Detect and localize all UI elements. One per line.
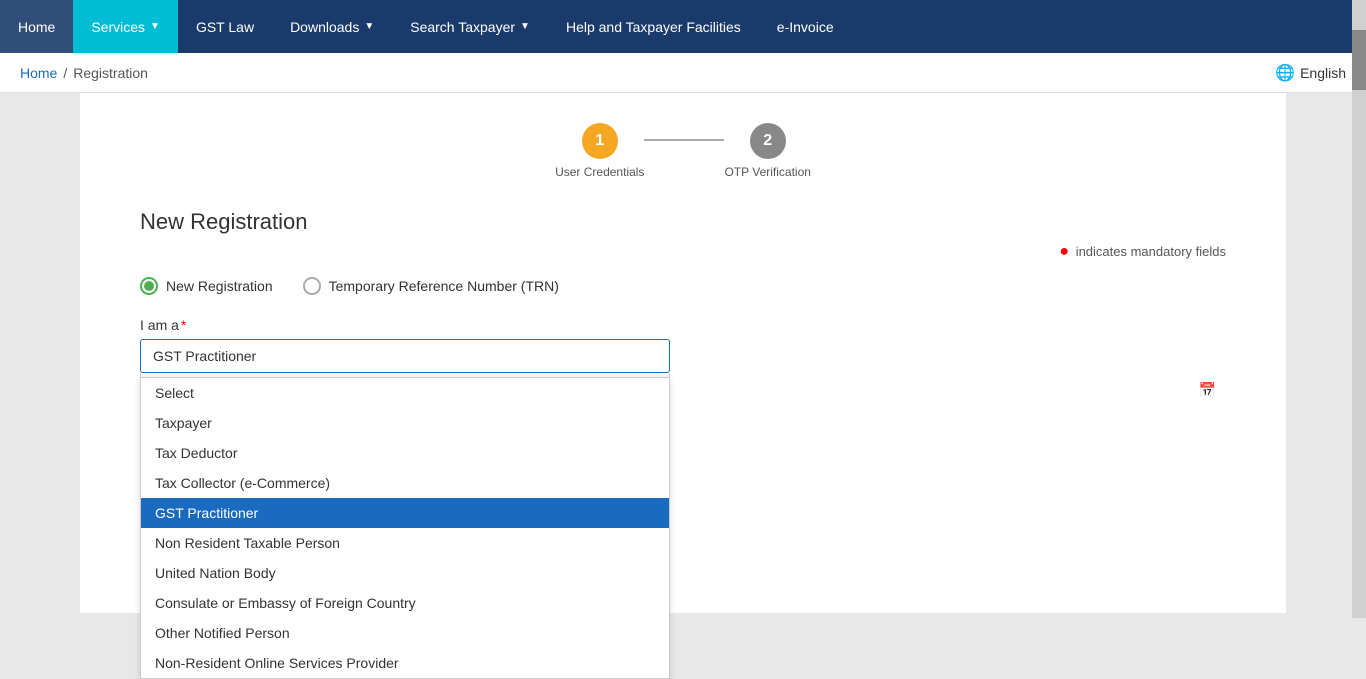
main-content: 1 User Credentials 2 OTP Verification Ne… [80, 93, 1286, 613]
search-taxpayer-arrow-icon: ▼ [520, 21, 530, 32]
dropdown-item-tax-deductor[interactable]: Tax Deductor [141, 438, 669, 468]
nav-help[interactable]: Help and Taxpayer Facilities [548, 0, 759, 53]
dropdown-item-un-body[interactable]: United Nation Body [141, 558, 669, 588]
dropdown-item-non-resident[interactable]: Non Resident Taxable Person [141, 528, 669, 558]
breadcrumb-separator: / [63, 65, 67, 81]
mandatory-note: ● indicates mandatory fields [140, 243, 1226, 261]
nav-search-taxpayer[interactable]: Search Taxpayer ▼ [392, 0, 548, 53]
navbar: Home Services ▼ GST Law Downloads ▼ Sear… [0, 0, 1366, 53]
language-button[interactable]: 🌐 English [1275, 63, 1346, 83]
top-bar: Home / Registration 🌐 English [0, 53, 1366, 93]
i-am-a-label: I am a* [140, 317, 1226, 333]
language-label: English [1300, 65, 1346, 81]
step-1-circle: 1 [582, 123, 618, 159]
breadcrumb-home[interactable]: Home [20, 65, 57, 81]
radio-new-registration[interactable]: New Registration [140, 277, 273, 295]
i-am-a-select-wrapper: SelectTaxpayerTax DeductorTax Collector … [140, 339, 1226, 406]
dropdown-item-taxpayer[interactable]: Taxpayer [141, 408, 669, 438]
step-2-circle: 2 [750, 123, 786, 159]
radio-trn[interactable]: Temporary Reference Number (TRN) [303, 277, 559, 295]
services-arrow-icon: ▼ [150, 21, 160, 32]
radio-new-reg-circle [140, 277, 158, 295]
globe-icon: 🌐 [1275, 63, 1295, 83]
step-2: 2 OTP Verification [724, 123, 810, 179]
nav-home[interactable]: Home [0, 0, 73, 53]
step-1-label: User Credentials [555, 165, 644, 179]
step-connector [644, 139, 724, 141]
breadcrumb: Home / Registration [20, 65, 148, 81]
scrollbar-thumb[interactable] [1352, 30, 1366, 90]
radio-group: New Registration Temporary Reference Num… [140, 277, 1226, 295]
dropdown-item-consulate[interactable]: Consulate or Embassy of Foreign Country [141, 588, 669, 618]
breadcrumb-current: Registration [73, 65, 148, 81]
mandatory-dot: ● [1059, 243, 1069, 260]
dropdown-item-other-notified[interactable]: Other Notified Person [141, 618, 669, 648]
stepper: 1 User Credentials 2 OTP Verification [140, 123, 1226, 179]
form-title: New Registration [140, 209, 1226, 235]
dropdown-item-gst-practitioner[interactable]: GST Practitioner [141, 498, 669, 528]
nav-gst-law[interactable]: GST Law [178, 0, 272, 53]
nav-services[interactable]: Services ▼ [73, 0, 178, 53]
step-2-label: OTP Verification [724, 165, 810, 179]
downloads-arrow-icon: ▼ [364, 21, 374, 32]
dropdown-item-non-resident-online[interactable]: Non-Resident Online Services Provider [141, 648, 669, 678]
scrollbar-track[interactable] [1352, 0, 1366, 618]
dropdown-list: Select Taxpayer Tax Deductor Tax Collect… [140, 377, 670, 679]
step-1: 1 User Credentials [555, 123, 644, 179]
dropdown-item-tax-collector[interactable]: Tax Collector (e-Commerce) [141, 468, 669, 498]
nav-downloads[interactable]: Downloads ▼ [272, 0, 392, 53]
dropdown-item-select[interactable]: Select [141, 378, 669, 408]
i-am-a-select[interactable]: SelectTaxpayerTax DeductorTax Collector … [140, 339, 670, 373]
nav-einvoice[interactable]: e-Invoice [759, 0, 852, 53]
calendar-icon: 📅 [1199, 381, 1216, 398]
radio-trn-circle [303, 277, 321, 295]
